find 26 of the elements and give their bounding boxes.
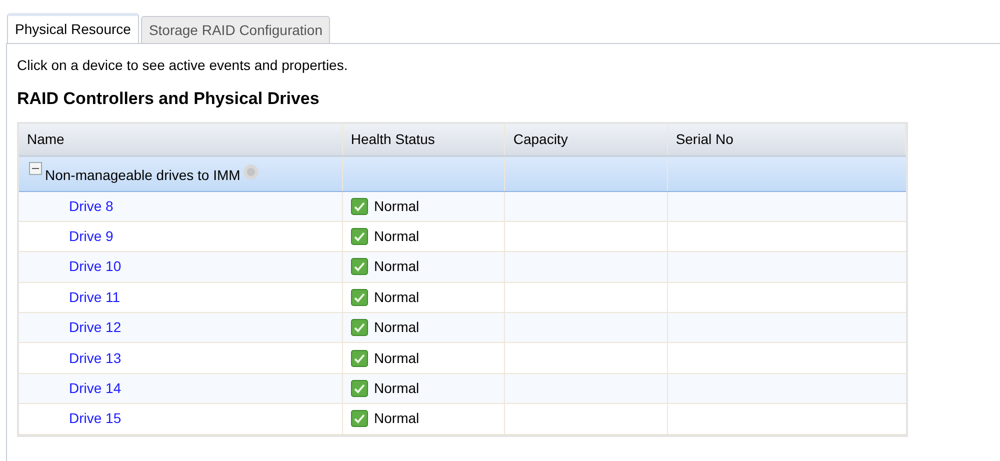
column-header: Capacity — [505, 124, 668, 154]
health-status: Normal — [374, 379, 420, 398]
drive-link[interactable]: Drive 8 — [69, 196, 114, 217]
health-status: Normal — [374, 288, 420, 307]
health-status: Normal — [374, 348, 420, 368]
drive-link[interactable]: Drive 12 — [69, 317, 122, 338]
column-header: Serial No — [668, 124, 906, 154]
health-status: Normal — [374, 227, 420, 246]
tab[interactable]: Storage RAID Configuration — [140, 16, 330, 43]
health-status: Normal — [374, 257, 420, 276]
column-header: Name — [19, 124, 343, 154]
tab[interactable]: Physical Resource — [7, 13, 139, 43]
column-header: Health Status — [342, 124, 506, 154]
collapse-icon[interactable] — [29, 162, 42, 174]
drive-link[interactable]: Drive 10 — [69, 256, 122, 278]
health-status: Normal — [374, 409, 420, 428]
drive-link[interactable]: Drive 9 — [69, 226, 114, 248]
health-status: Normal — [374, 318, 420, 338]
instructions: Click on a device to see active events and properties. — [17, 56, 349, 75]
health-status: Normal — [374, 196, 420, 216]
drive-link[interactable]: Drive 15 — [69, 408, 122, 430]
drive-link[interactable]: Drive 11 — [69, 286, 120, 308]
group-name: Non-manageable drives to IMM — [45, 166, 240, 185]
drive-link[interactable]: Drive 13 — [69, 348, 122, 369]
section-heading: RAID Controllers and Physical Drives — [17, 88, 320, 110]
drive-link[interactable]: Drive 14 — [69, 378, 122, 400]
